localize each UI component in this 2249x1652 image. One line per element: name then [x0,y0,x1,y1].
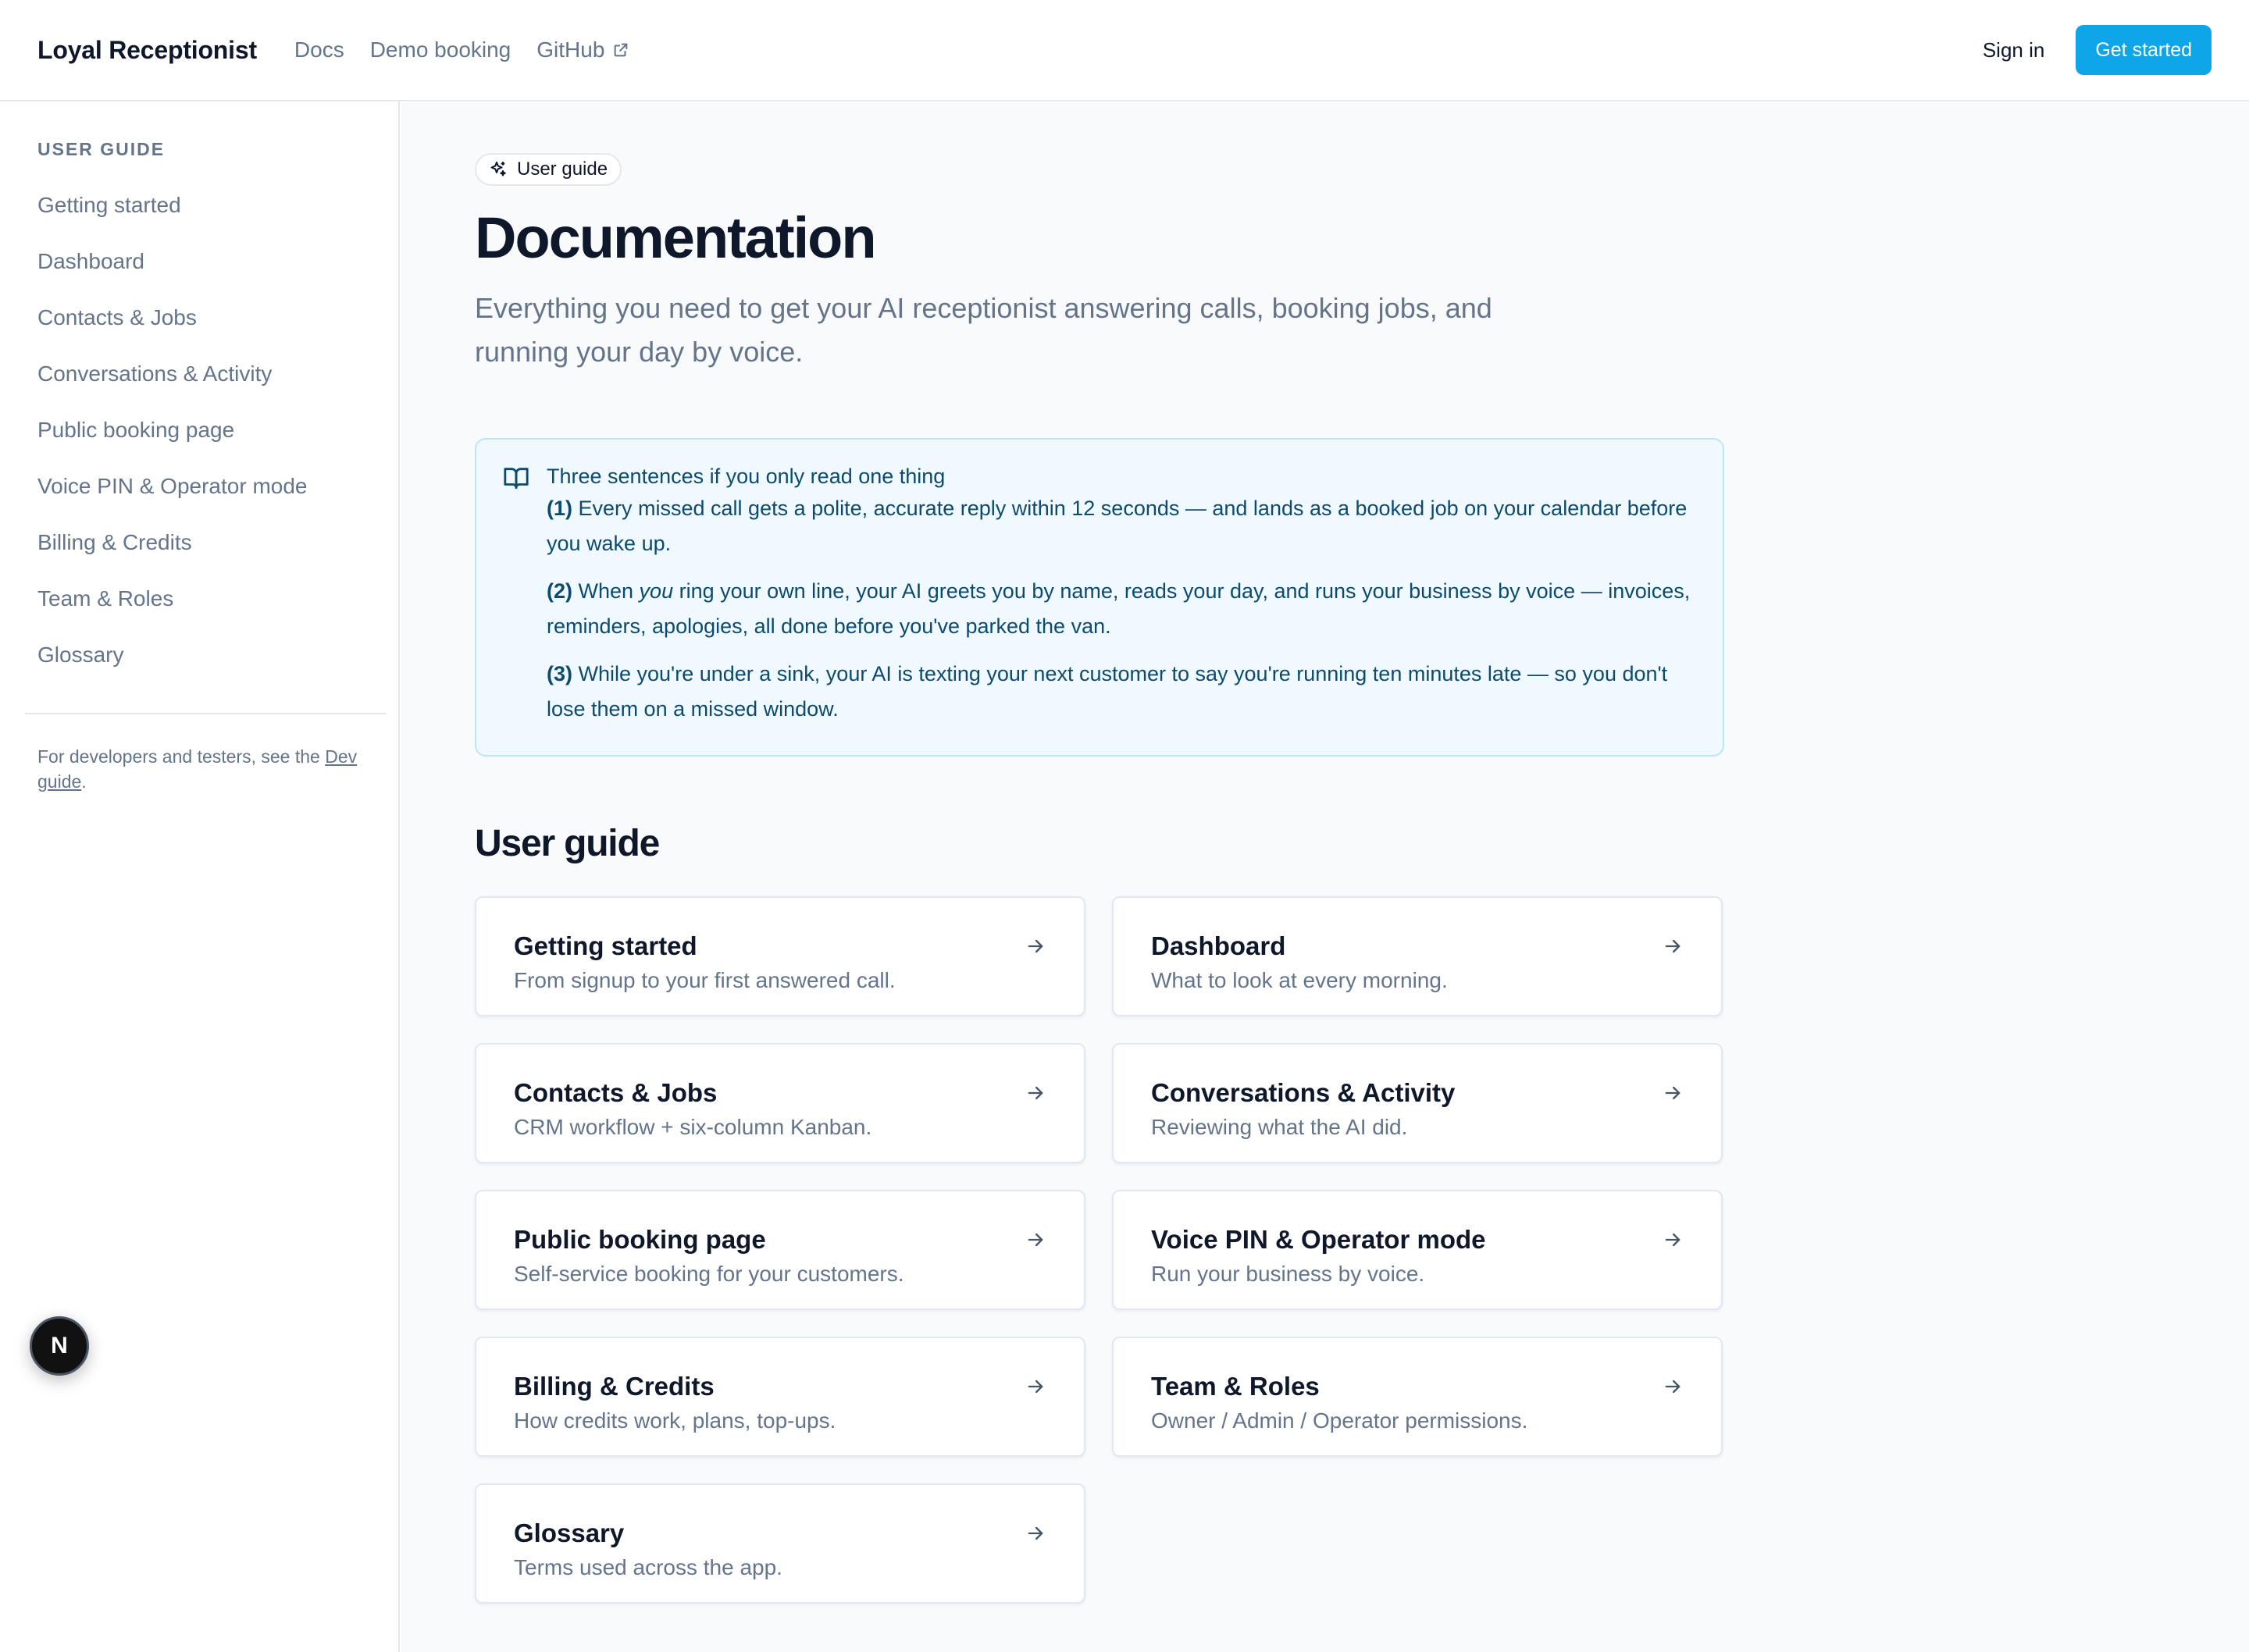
user-guide-pill-label: User guide [517,158,608,180]
arrow-right-icon [1665,940,1681,953]
callout-point-1-text: Every missed call gets a polite, accurat… [547,497,1688,556]
arrow-right-icon [1028,1087,1043,1100]
card-description: Self-service booking for your customers. [514,1262,904,1287]
card-title: Billing & Credits [514,1372,715,1401]
callout-point-3: (3) While you're under a sink, your AI i… [547,657,1695,727]
callout-point-1-number: (1) [547,497,572,521]
card-conversations-activity[interactable]: Conversations & Activity Reviewing what … [1112,1043,1723,1164]
card-getting-started[interactable]: Getting started From signup to your firs… [475,896,1085,1017]
card-title: Team & Roles [1151,1372,1320,1401]
page-title: Documentation [475,205,877,270]
arrow-right-icon [1028,1234,1043,1247]
card-title: Dashboard [1151,931,1286,961]
top-header: Loyal Receptionist Docs Demo booking Git… [0,0,2249,101]
callout-point-2: (2) When you ring your own line, your AI… [547,574,1695,644]
nextjs-dev-badge[interactable]: N [30,1316,89,1376]
brand-logo[interactable]: Loyal Receptionist [37,36,257,65]
card-voice-pin-operator-mode[interactable]: Voice PIN & Operator mode Run your busin… [1112,1190,1723,1311]
card-team-roles[interactable]: Team & Roles Owner / Admin / Operator pe… [1112,1337,1723,1458]
arrow-right-icon [1665,1380,1681,1394]
user-guide-pill: User guide [475,153,622,186]
sidebar-divider [25,713,386,714]
sidebar-item-dashboard[interactable]: Dashboard [37,233,373,290]
card-description: How credits work, plans, top-ups. [514,1408,836,1433]
callout-title: Three sentences if you only read one thi… [547,465,946,489]
card-contacts-jobs[interactable]: Contacts & Jobs CRM workflow + six-colum… [475,1043,1085,1164]
card-dashboard[interactable]: Dashboard What to look at every morning. [1112,896,1723,1017]
callout-point-1: (1) Every missed call gets a polite, acc… [547,491,1695,561]
sidebar-item-conversations-activity[interactable]: Conversations & Activity [37,346,373,402]
content-column: User guide Documentation Everything you … [475,153,1724,1604]
callout-point-2-emphasis: you [639,579,674,603]
card-description: Run your business by voice. [1151,1262,1425,1287]
callout-point-3-number: (3) [547,662,572,686]
card-title: Voice PIN & Operator mode [1151,1225,1486,1255]
card-glossary[interactable]: Glossary Terms used across the app. [475,1483,1085,1604]
callout-point-2-text-start: When [572,579,640,603]
section-title: User guide [475,823,660,865]
sidebar-item-voice-pin-operator-mode[interactable]: Voice PIN & Operator mode [37,458,373,514]
nav-demo-booking-label: Demo booking [369,37,511,62]
arrow-right-icon [1028,940,1043,953]
arrow-right-icon [1665,1087,1681,1100]
card-description: Reviewing what the AI did. [1151,1115,1408,1140]
developer-note-end: . [81,771,87,792]
card-description: CRM workflow + six-column Kanban. [514,1115,872,1140]
card-billing-credits[interactable]: Billing & Credits How credits work, plan… [475,1337,1085,1458]
callout-body: Three sentences if you only read one thi… [547,461,1695,727]
card-description: From signup to your first answered call. [514,968,896,993]
sidebar-item-contacts-jobs[interactable]: Contacts & Jobs [37,290,373,346]
card-public-booking-page[interactable]: Public booking page Self-service booking… [475,1190,1085,1311]
nav-docs-label: Docs [294,37,344,62]
nav-docs[interactable]: Docs [294,37,344,62]
sparkles-icon [490,162,506,176]
arrow-right-icon [1028,1380,1043,1394]
card-description: What to look at every morning. [1151,968,1448,993]
external-link-icon [615,43,628,57]
sign-in-link[interactable]: Sign in [1983,38,2045,62]
main-content: User guide Documentation Everything you … [401,103,2249,1652]
page-lead: Everything you need to get your AI recep… [475,292,1492,368]
card-title: Public booking page [514,1225,766,1255]
nav-demo-booking[interactable]: Demo booking [370,37,511,62]
guide-card-grid: Getting started From signup to your firs… [475,896,1724,1604]
sidebar-item-glossary[interactable]: Glossary [37,627,373,683]
summary-callout: Three sentences if you only read one thi… [475,438,1724,757]
callout-point-2-number: (2) [547,579,572,603]
callout-point-2-text-end: ring your own line, your AI greets you b… [547,579,1691,639]
nav-github-label: GitHub [536,37,605,62]
top-nav: Docs Demo booking GitHub [294,37,630,62]
sidebar: USER GUIDE Getting started Dashboard Con… [0,101,400,1652]
card-description: Owner / Admin / Operator permissions. [1151,1408,1528,1433]
callout-point-3-text: While you're under a sink, your AI is te… [547,662,1668,721]
arrow-right-icon [1665,1234,1681,1247]
sidebar-heading: USER GUIDE [37,139,166,159]
card-description: Terms used across the app. [514,1555,782,1580]
sidebar-item-billing-credits[interactable]: Billing & Credits [37,514,373,571]
book-open-icon [504,468,529,490]
developer-note: For developers and testers, see the Dev … [37,744,373,794]
header-actions: Sign in Get started [1983,25,2212,75]
card-title: Getting started [514,931,697,961]
arrow-right-icon [1028,1527,1043,1540]
sidebar-item-getting-started[interactable]: Getting started [37,177,373,233]
developer-note-text: For developers and testers, see the [37,746,326,767]
card-title: Conversations & Activity [1151,1078,1456,1108]
nav-github[interactable]: GitHub [536,37,629,62]
sidebar-item-public-booking-page[interactable]: Public booking page [37,402,373,458]
card-title: Contacts & Jobs [514,1078,718,1108]
get-started-button[interactable]: Get started [2076,25,2212,75]
card-title: Glossary [514,1518,625,1548]
sidebar-item-team-roles[interactable]: Team & Roles [37,571,373,627]
